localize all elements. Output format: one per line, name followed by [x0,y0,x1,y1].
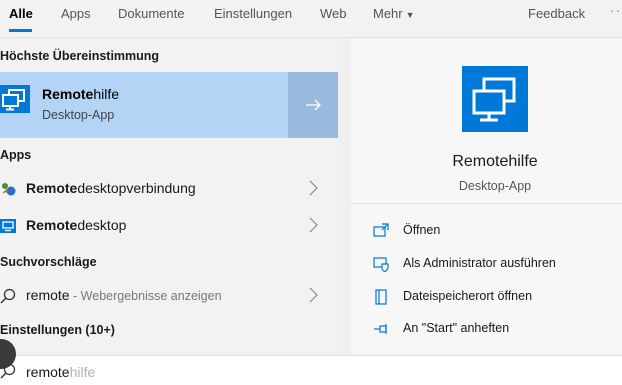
action-label: Als Administrator ausführen [403,256,556,270]
expand-details-button[interactable] [288,72,338,138]
best-match-title-rest: hilfe [93,86,120,102]
tab-apps[interactable]: Apps [61,6,91,21]
app-result-label: Remotedesktop [26,217,126,233]
web-suggestion-item[interactable]: remote - Webergebnisse anzeigen [0,278,338,314]
tab-settings[interactable]: Einstellungen [214,6,292,21]
action-label: Dateispeicherort öffnen [403,289,533,303]
arrow-right-icon [306,99,321,111]
best-match-title: Remotehilfe [42,86,119,102]
active-tab-indicator [9,29,32,32]
search-icon [0,288,16,304]
best-match-title-bold: Remote [42,86,94,102]
tab-documents[interactable]: Dokumente [118,6,184,21]
search-typed-text: remote [26,364,70,380]
chevron-down-icon: ▼ [405,10,415,20]
results-list: Höchste Übereinstimmung Remotehilfe Desk… [0,38,338,354]
more-options-icon[interactable]: ··· [610,2,622,18]
app-result-label: Remotedesktopverbindung [26,180,196,196]
section-header-suggestions: Suchvorschläge [0,255,97,269]
detail-subtitle: Desktop-App [458,179,532,193]
app-result-label-rest: desktopverbindung [77,180,196,196]
open-icon [373,223,389,237]
chevron-right-icon [309,180,318,196]
feedback-link[interactable]: Feedback [528,6,585,21]
section-header-apps: Apps [0,148,32,162]
file-location-icon [375,289,387,305]
web-suggestion-query: remote [26,287,70,303]
run-as-admin-icon [373,257,389,272]
search-box[interactable]: remotehilfe [0,355,622,385]
section-header-best-match: Höchste Übereinstimmung [0,49,160,63]
search-input[interactable]: remotehilfe [26,364,95,380]
section-header-settings[interactable]: Einstellungen (10+) [0,323,115,337]
remote-assistance-icon [0,83,30,115]
remote-desktop-icon [0,218,16,234]
app-result-remote-desktop[interactable]: Remotedesktop [0,208,338,244]
divider [351,203,622,204]
chevron-right-icon [309,287,318,303]
tab-all[interactable]: Alle [9,6,33,21]
remote-desktop-connection-icon [0,181,16,197]
best-match-subtitle: Desktop-App [42,108,115,122]
app-result-remote-desktop-connection[interactable]: Remotedesktopverbindung [0,171,338,207]
app-result-label-rest: desktop [77,217,127,233]
best-match-item[interactable]: Remotehilfe Desktop-App [0,72,338,138]
web-suggestion-label: remote - Webergebnisse anzeigen [26,287,222,303]
search-autocomplete: hilfe [69,364,96,380]
tab-more[interactable]: Mehr ▼ [373,6,415,21]
detail-pane: Remotehilfe Desktop-App Öffnen Als Admin… [351,38,622,354]
search-scope-tabs: Alle Apps Dokumente Einstellungen Web Me… [0,0,622,38]
app-result-label-bold: Remote [26,217,78,233]
detail-title: Remotehilfe [452,153,538,170]
action-label: An "Start" anheften [403,321,510,335]
tab-web[interactable]: Web [320,6,347,21]
web-suggestion-hint: - Webergebnisse anzeigen [69,289,222,303]
chevron-right-icon [309,217,318,233]
app-result-label-bold: Remote [26,180,78,196]
tab-more-label: Mehr [373,6,403,21]
pin-icon [374,324,387,334]
remote-assistance-icon [462,66,528,132]
action-label: Öffnen [403,223,441,237]
